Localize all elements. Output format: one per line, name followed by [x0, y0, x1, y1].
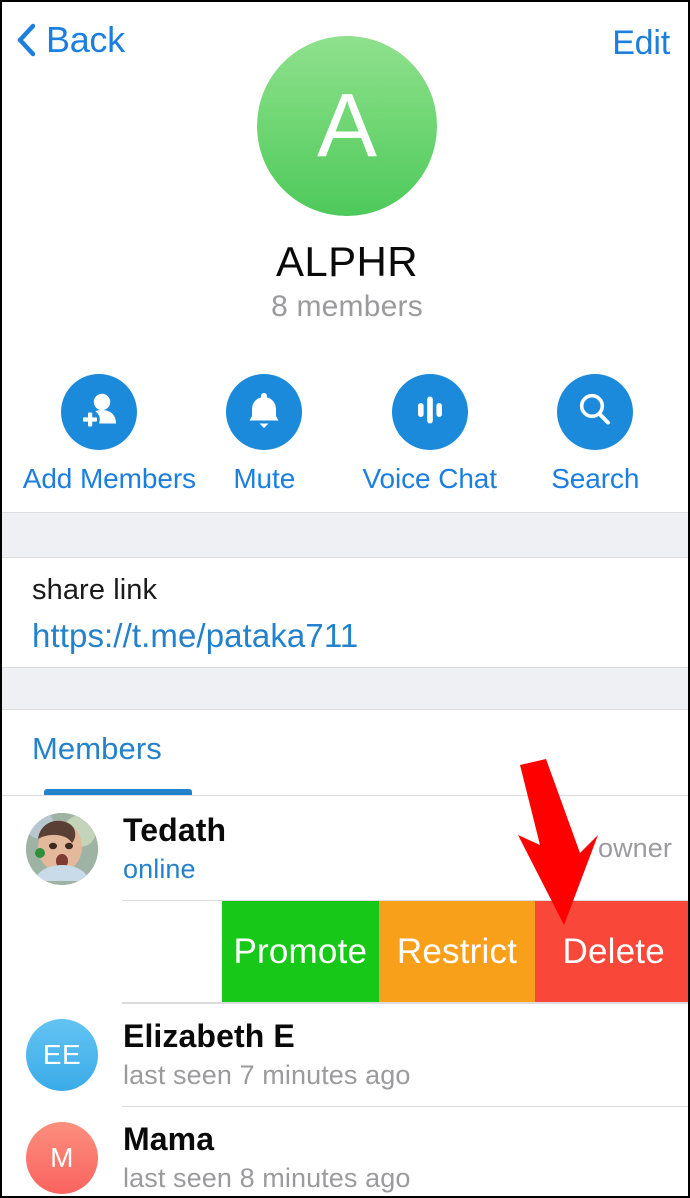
tab-bar: Members — [2, 710, 688, 796]
member-status: last seen 8 minutes ago — [123, 1162, 411, 1193]
promote-button[interactable]: Promote — [222, 900, 379, 1003]
swipe-actions-row: Promote Restrict Delete — [2, 900, 688, 1003]
share-link-section[interactable]: share link https://t.me/pataka711 — [2, 558, 688, 667]
member-info: Mama last seen 8 minutes ago — [123, 1121, 672, 1194]
member-name: Elizabeth E — [123, 1018, 295, 1055]
search-label: Search — [551, 463, 640, 494]
group-profile-header: A ALPHR 8 members — [2, 36, 688, 324]
group-avatar-initial: A — [316, 76, 378, 176]
member-status: last seen 7 minutes ago — [123, 1059, 411, 1090]
add-members-label: Add Members — [22, 463, 196, 494]
telegram-group-info-screen: Back Edit A ALPHR 8 members Add Members … — [0, 0, 690, 1198]
divider — [122, 900, 688, 901]
avatar: M — [26, 1121, 98, 1194]
tab-selected-indicator — [44, 789, 192, 795]
member-status: online — [123, 853, 196, 884]
divider — [122, 1106, 688, 1107]
mute-icon-circle — [226, 374, 303, 450]
tab-members-label: Members — [32, 731, 162, 766]
share-link-url[interactable]: https://t.me/pataka711 — [32, 615, 662, 656]
member-info: Tedath online — [123, 812, 598, 885]
search-button[interactable]: Search — [519, 374, 671, 495]
table-row[interactable]: EE Elizabeth E last seen 7 minutes ago — [2, 1003, 688, 1106]
member-name: Tedath — [123, 812, 227, 849]
mute-button[interactable]: Mute — [188, 374, 340, 495]
search-icon-circle — [557, 374, 634, 450]
bell-icon — [244, 389, 284, 436]
add-members-icon-circle — [60, 374, 137, 450]
swipe-row-spacer — [2, 900, 222, 1003]
section-separator-bottom — [2, 667, 688, 710]
status-badge: owner — [597, 833, 672, 863]
table-row[interactable]: Tedath online owner — [2, 797, 688, 900]
add-person-icon — [77, 388, 121, 437]
page-title: ALPHR — [275, 238, 419, 285]
member-count: 8 members — [271, 290, 423, 324]
add-members-button[interactable]: Add Members — [22, 374, 196, 495]
quick-actions-bar: Add Members Mute Voice Chat Search — [2, 374, 688, 495]
restrict-button[interactable]: Restrict — [378, 900, 536, 1003]
delete-button[interactable]: Delete — [535, 900, 688, 1003]
waveform-icon — [409, 389, 451, 436]
member-info: Elizabeth E last seen 7 minutes ago — [123, 1018, 672, 1091]
divider — [122, 1003, 688, 1004]
member-name: Mama — [123, 1121, 215, 1158]
section-separator-top — [2, 512, 688, 558]
table-row[interactable]: M Mama last seen 8 minutes ago — [2, 1106, 688, 1196]
avatar-initials: EE — [42, 1038, 82, 1070]
group-avatar[interactable]: A — [257, 36, 437, 216]
members-list: Tedath online owner Promote Restrict Del… — [2, 797, 688, 1196]
avatar — [26, 812, 98, 885]
avatar-initials: M — [50, 1141, 74, 1173]
search-icon — [574, 389, 616, 436]
voice-chat-button[interactable]: Voice Chat — [354, 374, 506, 495]
voice-chat-icon-circle — [391, 374, 468, 450]
voice-chat-label: Voice Chat — [362, 463, 498, 494]
tab-members[interactable]: Members — [32, 731, 162, 766]
avatar: EE — [26, 1018, 98, 1091]
share-link-label: share link — [32, 574, 158, 606]
mute-label: Mute — [233, 463, 296, 494]
